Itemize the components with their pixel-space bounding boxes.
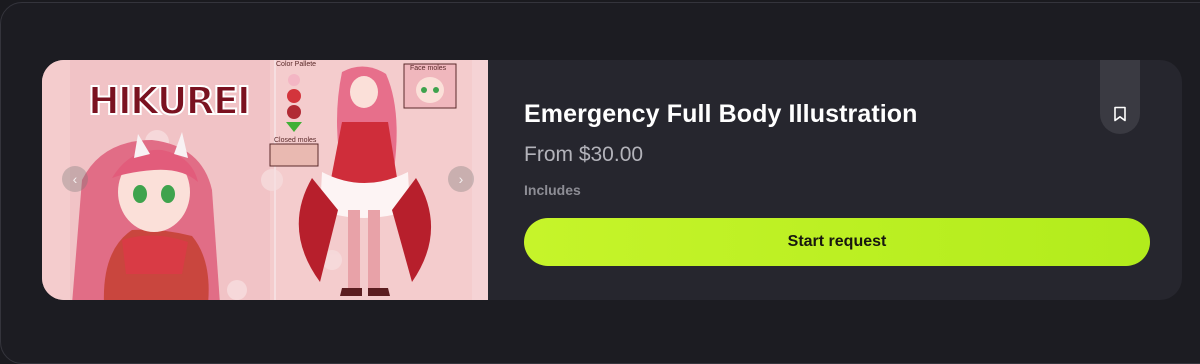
- chevron-right-icon: ›: [458, 171, 464, 187]
- closed-moles-label: Closed moles: [274, 137, 317, 144]
- listing-card: HIKUREI Color Pallete Closed moles Face …: [42, 60, 1182, 300]
- artwork-logo: HIKUREI: [87, 78, 252, 124]
- character-reference-sheet: HIKUREI Color Pallete Closed moles Face …: [42, 60, 488, 300]
- artwork-next-button[interactable]: ›: [448, 166, 474, 192]
- start-request-button[interactable]: Start request: [524, 218, 1150, 266]
- save-listing-button[interactable]: [1100, 60, 1140, 134]
- color-palette-label: Color Pallete: [276, 61, 316, 68]
- includes-label: Includes: [524, 182, 581, 198]
- artwork-prev-button[interactable]: ‹: [62, 166, 88, 192]
- listing-price: From $30.00: [524, 143, 644, 166]
- bookmark-icon: [1114, 106, 1126, 122]
- listing-title: Emergency Full Body Illustration: [524, 100, 918, 128]
- face-moles-label: Face moles: [410, 65, 447, 72]
- artwork-logo-text: HIKUREI: [88, 79, 249, 123]
- chevron-left-icon: ‹: [72, 171, 78, 187]
- listing-artwork: HIKUREI Color Pallete Closed moles Face …: [42, 60, 488, 300]
